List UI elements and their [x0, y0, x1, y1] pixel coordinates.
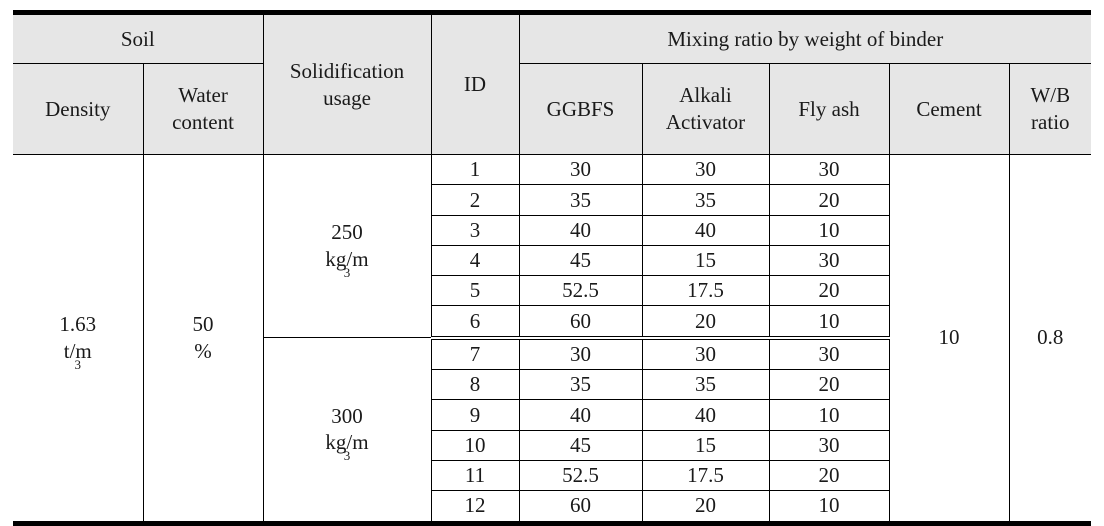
header-solidification-line1: Solidification	[289, 58, 405, 83]
cell-fly-ash: 10	[768, 305, 890, 340]
cell-alkali-activator: 17.5	[641, 275, 770, 307]
header-id: ID	[430, 12, 520, 155]
cell-id: 11	[431, 459, 520, 492]
cell-alkali-activator: 15	[641, 429, 770, 461]
solidification-250-unit: kg/m 3	[264, 246, 431, 279]
header-group-row: Soil Solidification usage ID Mixing rati…	[13, 12, 1092, 155]
cell-ggbfs: 30	[518, 337, 643, 371]
cell-alkali-activator: 30	[641, 337, 770, 371]
cell-fly-ash: 10	[768, 214, 890, 246]
solidification-300-unit: kg/m 3	[264, 429, 431, 462]
cell-fly-ash: 10	[768, 399, 890, 431]
cell-id: 2	[431, 184, 520, 216]
cell-ggbfs: 40	[518, 214, 643, 246]
cell-fly-ash: 20	[768, 369, 890, 401]
cell-alkali-activator: 20	[641, 490, 770, 524]
cell-fly-ash: 20	[768, 184, 890, 216]
cell-ggbfs: 35	[518, 369, 643, 401]
header-group-soil: Soil	[13, 12, 264, 64]
header-wb-ratio: W/B ratio	[1008, 63, 1092, 155]
header-solidification-usage: Solidification usage	[262, 12, 432, 155]
cell-ggbfs: 52.5	[518, 459, 643, 492]
cell-alkali-activator: 17.5	[641, 459, 770, 492]
cell-id: 12	[431, 490, 520, 524]
cell-density: 1.63 t/m 3	[13, 154, 144, 524]
cell-ggbfs: 40	[518, 399, 643, 431]
cell-ggbfs: 60	[518, 305, 643, 340]
cell-id: 3	[431, 214, 520, 246]
cell-fly-ash: 30	[768, 337, 890, 371]
solidification-250-value: 250	[331, 220, 363, 245]
header-alkali-line1: Alkali	[679, 83, 732, 108]
cell-id: 4	[431, 244, 520, 277]
header-cement: Cement	[888, 63, 1010, 155]
cell-ggbfs: 52.5	[518, 275, 643, 307]
header-water-content: Water content	[142, 63, 264, 155]
cell-alkali-activator: 30	[641, 153, 770, 186]
cell-fly-ash: 30	[768, 153, 890, 186]
cell-alkali-activator: 40	[641, 214, 770, 246]
water-content-value: 50	[192, 311, 214, 336]
header-wb-line1: W/B	[1030, 83, 1071, 108]
cell-alkali-activator: 15	[641, 244, 770, 277]
cell-water-content: 50 %	[142, 154, 264, 524]
mixing-ratio-table: Soil Solidification usage ID Mixing rati…	[13, 10, 1092, 526]
cell-ggbfs: 45	[518, 244, 643, 277]
solidification-300-value: 300	[331, 403, 363, 428]
header-sub-row: Density Water content GGBFS Alkali Activ…	[13, 63, 1092, 155]
header-ggbfs: GGBFS	[518, 63, 643, 155]
cell-fly-ash: 20	[768, 275, 890, 307]
cell-id: 1	[430, 153, 520, 186]
header-water-content-line2: content	[172, 110, 234, 134]
cell-solidification-usage-300: 300 kg/m 3	[263, 337, 432, 524]
cell-alkali-activator: 35	[641, 369, 770, 401]
header-wb-line2: ratio	[1031, 110, 1070, 134]
header-alkali-activator: Alkali Activator	[641, 63, 770, 155]
header-solidification-line2: usage	[323, 85, 371, 110]
cell-ggbfs: 60	[518, 490, 643, 524]
cell-alkali-activator: 40	[641, 399, 770, 431]
water-content-unit: %	[194, 338, 212, 363]
cell-id: 9	[431, 399, 520, 431]
header-fly-ash: Fly ash	[768, 63, 890, 155]
cell-cement: 10	[888, 154, 1010, 524]
cell-id: 8	[431, 369, 520, 401]
cell-ggbfs: 45	[518, 429, 643, 461]
density-value: 1.63	[59, 311, 97, 336]
table-body: 1.63 t/m 3 50 % 250 kg/m 3 1 30 30 30 10…	[13, 153, 1092, 524]
cell-id: 6	[431, 305, 520, 340]
cell-id: 5	[431, 275, 520, 307]
cell-alkali-activator: 35	[641, 184, 770, 216]
cell-fly-ash: 30	[768, 429, 890, 461]
cell-ggbfs: 30	[518, 153, 643, 186]
header-alkali-line2: Activator	[665, 110, 746, 134]
table-header: Soil Solidification usage ID Mixing rati…	[13, 12, 1092, 155]
cell-fly-ash: 10	[768, 490, 890, 524]
header-density: Density	[13, 63, 144, 155]
mixing-ratio-table-container: Soil Solidification usage ID Mixing rati…	[13, 10, 1092, 526]
header-group-mixing-ratio: Mixing ratio by weight of binder	[518, 12, 1092, 64]
cell-alkali-activator: 20	[641, 305, 770, 340]
cell-id: 10	[431, 429, 520, 461]
cell-solidification-usage-250: 250 kg/m 3	[262, 153, 432, 339]
cell-ggbfs: 35	[518, 184, 643, 216]
cell-fly-ash: 20	[768, 459, 890, 492]
header-water-content-line1: Water	[178, 83, 228, 108]
cell-fly-ash: 30	[768, 244, 890, 277]
cell-wb-ratio: 0.8	[1008, 154, 1092, 524]
table-row: 1.63 t/m 3 50 % 250 kg/m 3 1 30 30 30 10…	[13, 153, 1092, 524]
cell-id: 7	[430, 337, 520, 371]
density-unit: t/m 3	[13, 338, 143, 371]
